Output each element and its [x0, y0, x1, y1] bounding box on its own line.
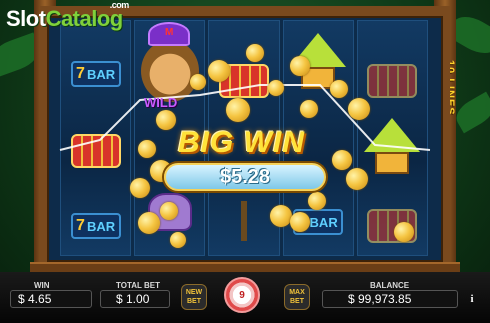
- coin-icon: [156, 110, 176, 130]
- total-bet-value: $ 1.00: [116, 292, 150, 306]
- coin-icon: [268, 80, 284, 96]
- big-win-title: BIG WIN: [178, 126, 305, 159]
- balance-value: $ 99,973.85: [348, 292, 412, 306]
- wild-hat-icon: M: [148, 22, 190, 46]
- coin-icon: [308, 192, 326, 210]
- coin-icon: [346, 168, 368, 190]
- win-value: $ 4.65: [18, 292, 52, 306]
- coin-icon: [170, 232, 186, 248]
- coin-icon: [138, 212, 160, 234]
- new-bet-button[interactable]: NEW BET: [181, 284, 207, 310]
- coin-icon: [208, 60, 230, 82]
- win-amount-plaque: $5.28: [164, 163, 326, 191]
- game-scene: 10 LINES 10 LINES 7BAR 7BAR $ 7BAR M WIL: [0, 0, 490, 323]
- balance-label: BALANCE: [370, 281, 410, 290]
- total-bet-label: TOTAL BET: [116, 281, 160, 290]
- slotcatalog-logo: SlotCatalog .com: [6, 0, 129, 32]
- coin-icon: [226, 98, 250, 122]
- coin-icon: [160, 202, 178, 220]
- coin-icon: [246, 44, 264, 62]
- coin-icon: [300, 100, 318, 118]
- coin-icon: [332, 150, 352, 170]
- logo-com-text: .com: [109, 0, 130, 10]
- logo-slot-text: Slot: [6, 6, 46, 31]
- coin-icon: [270, 205, 292, 227]
- coin-icon: [330, 80, 348, 98]
- coin-icon: [130, 178, 150, 198]
- coin-icon: [290, 212, 310, 232]
- spin-button[interactable]: 9: [224, 277, 260, 313]
- hat-letter: M: [165, 27, 174, 38]
- coin-icon: [190, 74, 206, 90]
- max-bet-button[interactable]: MAX BET: [284, 284, 310, 310]
- win-label: WIN: [34, 281, 50, 290]
- coin-icon: [138, 140, 156, 158]
- win-amount: $5.28: [219, 165, 271, 188]
- coin-icon: [394, 222, 414, 242]
- coin-icon: [348, 98, 370, 120]
- spin-count: 9: [239, 289, 245, 301]
- wooden-shelf: [30, 262, 460, 272]
- wild-label: WILD: [144, 95, 178, 110]
- coin-icon: [290, 56, 310, 76]
- info-icon[interactable]: i: [465, 293, 479, 307]
